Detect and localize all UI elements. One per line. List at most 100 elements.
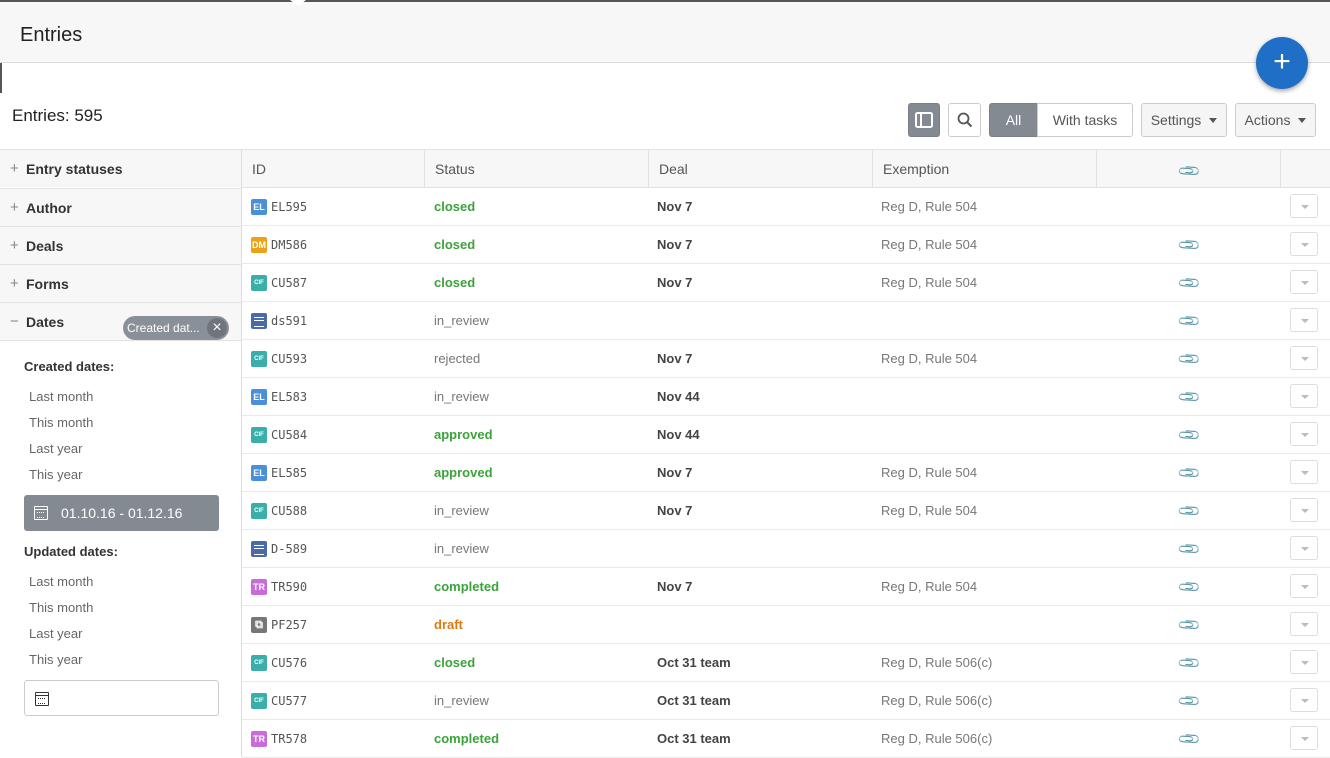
- updated-this-month-link[interactable]: This month: [29, 600, 93, 615]
- entry-id[interactable]: EL595: [271, 200, 307, 214]
- table-row[interactable]: EL EL595 closed Nov 7 Reg D, Rule 504: [242, 188, 1330, 226]
- created-this-year-link[interactable]: This year: [29, 467, 82, 482]
- settings-label: Settings: [1150, 112, 1202, 128]
- updated-last-month-link[interactable]: Last month: [29, 574, 93, 589]
- filter-author[interactable]: + Author: [0, 188, 241, 226]
- entry-id[interactable]: CU576: [271, 656, 307, 670]
- entry-id[interactable]: CU584: [271, 428, 307, 442]
- entry-id[interactable]: D-589: [271, 542, 307, 556]
- entry-id[interactable]: TR578: [271, 732, 307, 746]
- table-row[interactable]: CIF CU588 in_review Nov 7 Reg D, Rule 504 📎: [242, 492, 1330, 530]
- entry-id[interactable]: CU587: [271, 276, 307, 290]
- paperclip-icon[interactable]: 📎: [1176, 726, 1202, 752]
- created-this-month-link[interactable]: This month: [29, 415, 93, 430]
- filter-dates[interactable]: − Dates Created dat... ×: [0, 302, 241, 340]
- row-menu-button[interactable]: [1290, 536, 1318, 560]
- created-last-year-link[interactable]: Last year: [29, 441, 82, 456]
- entry-id[interactable]: CU577: [271, 694, 307, 708]
- row-menu-button[interactable]: [1290, 688, 1318, 712]
- updated-date-range-picker[interactable]: [24, 680, 219, 716]
- paperclip-icon[interactable]: 📎: [1176, 460, 1202, 486]
- row-menu-button[interactable]: [1290, 232, 1318, 256]
- active-filter-chip[interactable]: Created dat... ×: [123, 316, 229, 340]
- filter-forms[interactable]: + Forms: [0, 264, 241, 302]
- paperclip-icon[interactable]: 📎: [1176, 612, 1202, 638]
- paperclip-icon[interactable]: 📎: [1176, 384, 1202, 410]
- entry-id[interactable]: EL583: [271, 390, 307, 404]
- close-icon[interactable]: ×: [207, 318, 227, 338]
- updated-this-year-link[interactable]: This year: [29, 652, 82, 667]
- entry-id[interactable]: EL585: [271, 466, 307, 480]
- column-deal[interactable]: Deal: [649, 150, 873, 188]
- row-menu-button[interactable]: [1290, 726, 1318, 750]
- table-row[interactable]: CIF CU584 approved Nov 44 📎: [242, 416, 1330, 454]
- updated-last-year-link[interactable]: Last year: [29, 626, 82, 641]
- created-date-range-picker[interactable]: 01.10.16 - 01.12.16: [24, 495, 219, 531]
- search-button[interactable]: [948, 103, 981, 137]
- row-menu-button[interactable]: [1290, 612, 1318, 636]
- collapse-icon: −: [10, 313, 19, 330]
- paperclip-icon[interactable]: 📎: [1176, 308, 1202, 334]
- row-menu-button[interactable]: [1290, 346, 1318, 370]
- row-menu-button[interactable]: [1290, 308, 1318, 332]
- row-menu-button[interactable]: [1290, 422, 1318, 446]
- entry-id[interactable]: CU588: [271, 504, 307, 518]
- table-row[interactable]: EL EL585 approved Nov 7 Reg D, Rule 504 📎: [242, 454, 1330, 492]
- row-menu-button[interactable]: [1290, 498, 1318, 522]
- calendar-icon: [35, 692, 49, 706]
- table-row[interactable]: CIF CU593 rejected Nov 7 Reg D, Rule 504 📎: [242, 340, 1330, 378]
- entry-id[interactable]: TR590: [271, 580, 307, 594]
- column-id[interactable]: ID: [242, 150, 425, 188]
- table-row[interactable]: ds591 in_review 📎: [242, 302, 1330, 340]
- entry-type-icon: CIF: [251, 503, 267, 519]
- entry-status: draft: [434, 617, 463, 632]
- paperclip-icon[interactable]: 📎: [1176, 346, 1202, 372]
- table-row[interactable]: EL EL583 in_review Nov 44 📎: [242, 378, 1330, 416]
- entry-type-icon: ⧉: [251, 617, 267, 633]
- entry-type-icon: TR: [251, 579, 267, 595]
- row-menu-button[interactable]: [1290, 460, 1318, 484]
- paperclip-icon[interactable]: 📎: [1176, 574, 1202, 600]
- row-menu-button[interactable]: [1290, 574, 1318, 598]
- table-row[interactable]: TR TR590 completed Nov 7 Reg D, Rule 504 📎: [242, 568, 1330, 606]
- table-row[interactable]: TR TR578 completed Oct 31 team Reg D, Rule 5…: [242, 720, 1330, 758]
- table-row[interactable]: CIF CU577 in_review Oct 31 team Reg D, Rule …: [242, 682, 1330, 720]
- filter-with-tasks-tab[interactable]: With tasks: [1037, 103, 1133, 137]
- entry-status: in_review: [434, 541, 489, 556]
- created-last-month-link[interactable]: Last month: [29, 389, 93, 404]
- paperclip-icon[interactable]: 📎: [1176, 270, 1202, 296]
- entry-status: rejected: [434, 351, 481, 366]
- filter-entry-statuses[interactable]: + Entry statuses: [0, 149, 241, 187]
- table-row[interactable]: DM DM586 closed Nov 7 Reg D, Rule 504 📎: [242, 226, 1330, 264]
- entry-id[interactable]: DM586: [271, 238, 307, 252]
- paperclip-icon[interactable]: 📎: [1176, 232, 1202, 258]
- table-row[interactable]: CIF CU587 closed Nov 7 Reg D, Rule 504 📎: [242, 264, 1330, 302]
- paperclip-icon[interactable]: 📎: [1176, 498, 1202, 524]
- table-row[interactable]: CIF CU576 closed Oct 31 team Reg D, Rule 506…: [242, 644, 1330, 682]
- filter-deals[interactable]: + Deals: [0, 226, 241, 264]
- column-status[interactable]: Status: [425, 150, 649, 188]
- row-menu-button[interactable]: [1290, 270, 1318, 294]
- row-menu-button[interactable]: [1290, 384, 1318, 408]
- add-entry-button[interactable]: +: [1256, 37, 1308, 89]
- entry-id[interactable]: PF257: [271, 618, 307, 632]
- filter-all-tab[interactable]: All: [989, 103, 1038, 137]
- entry-id[interactable]: ds591: [271, 314, 307, 328]
- paperclip-icon[interactable]: 📎: [1176, 536, 1202, 562]
- expand-icon: +: [10, 275, 19, 292]
- table-row[interactable]: ⧉ PF257 draft 📎: [242, 606, 1330, 644]
- column-exemption[interactable]: Exemption: [873, 150, 1097, 188]
- entry-id[interactable]: CU593: [271, 352, 307, 366]
- toggle-sidebar-button[interactable]: [908, 103, 940, 137]
- expand-icon: +: [10, 199, 19, 216]
- paperclip-icon[interactable]: 📎: [1176, 650, 1202, 676]
- paperclip-icon[interactable]: 📎: [1176, 688, 1202, 714]
- actions-dropdown[interactable]: Actions: [1235, 103, 1316, 137]
- table-row[interactable]: D-589 in_review 📎: [242, 530, 1330, 568]
- row-menu-button[interactable]: [1290, 650, 1318, 674]
- expand-icon: +: [10, 160, 19, 177]
- paperclip-icon[interactable]: 📎: [1176, 422, 1202, 448]
- row-menu-button[interactable]: [1290, 194, 1318, 218]
- settings-dropdown[interactable]: Settings: [1141, 103, 1227, 137]
- entry-status: completed: [434, 731, 500, 746]
